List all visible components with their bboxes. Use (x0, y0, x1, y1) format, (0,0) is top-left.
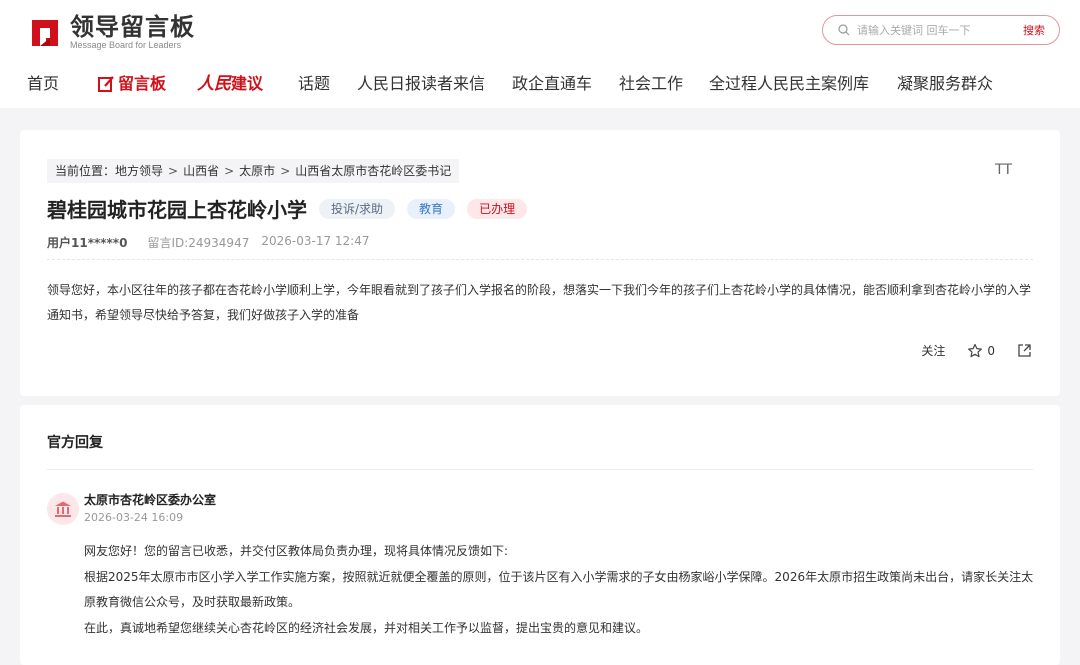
message-card: 当前位置： 地方领导 > 山西省 > 太原市 > 山西省太原市杏花岭区委书记 T… (20, 130, 1060, 396)
site-logo[interactable]: 领导留言板 Message Board for Leaders (28, 14, 195, 51)
nav-item-topics[interactable]: 话题 (298, 70, 330, 98)
reply-paragraph: 根据2025年太原市市区小学入学工作实施方案，按照就近就便全覆盖的原则，位于该片… (84, 569, 1034, 610)
status-badge: 已办理 (467, 198, 528, 219)
breadcrumb: 当前位置： 地方领导 > 山西省 > 太原市 > 山西省太原市杏花岭区委书记 (47, 159, 460, 183)
divider (47, 259, 1033, 260)
reply-content: 网友您好！您的留言已收悉，并交付区教体局负责办理，现将具体情况反馈如下: 根据2… (84, 539, 1036, 641)
logo-subtitle: Message Board for Leaders (70, 40, 182, 50)
edit-icon (98, 76, 114, 92)
reply-heading: 官方回复 (47, 435, 103, 451)
favorite-button[interactable]: 0 (967, 343, 995, 359)
government-building-icon (55, 501, 71, 517)
nav-item-label: 留言板 (118, 74, 167, 93)
share-button[interactable] (1017, 343, 1032, 358)
message-id: 留言ID:24934947 (147, 236, 250, 250)
breadcrumb-item[interactable]: 太原市 (239, 159, 275, 183)
search-box: 搜索 (822, 15, 1060, 45)
nav-jianyi-label: 建议 (231, 74, 264, 93)
nav-item-enterprise[interactable]: 政企直通车 (512, 70, 592, 98)
breadcrumb-item[interactable]: 山西省太原市杏花岭区委书记 (295, 159, 451, 183)
nav-item-democracy-cases[interactable]: 全过程人民民主案例库 (709, 70, 869, 98)
search-icon (831, 24, 857, 36)
nav-item-message-board[interactable]: 留言板 (97, 70, 166, 98)
reply-org-name: 太原市杏花岭区委办公室 (84, 493, 217, 507)
message-time: 2026-03-17 12:47 (261, 234, 370, 248)
breadcrumb-separator: > (224, 164, 235, 178)
font-size-toggle-icon[interactable]: TT (995, 162, 1012, 178)
message-meta: 用户11*****0 留言ID:24934947 2026-03-17 12:4… (47, 234, 369, 251)
share-icon (1018, 344, 1031, 357)
logo-icon (28, 16, 62, 50)
breadcrumb-separator: > (280, 164, 291, 178)
main-nav: 首页 留言板 人民建议 话题 人民日报读者来信 政企直通车 社会工作 全过程人民… (0, 70, 1080, 98)
follow-button[interactable]: 关注 (921, 342, 945, 359)
category-tag: 教育 (407, 198, 456, 219)
nav-item-serve-masses[interactable]: 凝聚服务群众 (897, 70, 993, 98)
divider (47, 469, 1033, 470)
nav-renmin-label: 人民 (197, 74, 231, 94)
site-header: 领导留言板 Message Board for Leaders 搜索 首页 留言… (0, 0, 1080, 108)
message-actions: 关注 0 (921, 342, 1032, 359)
reply-card: 官方回复 太原市杏花岭区委办公室 2026-03-24 16:09 网友您好！您… (20, 405, 1060, 665)
star-icon (968, 343, 983, 357)
favorite-count: 0 (987, 343, 995, 358)
message-content: 领导您好，本小区往年的孩子都在杏花岭小学顺利上学，今年眼看就到了孩子们入学报名的… (47, 283, 1032, 322)
search-button[interactable]: 搜索 (1023, 22, 1045, 38)
reply-time: 2026-03-24 16:09 (84, 511, 184, 524)
message-user: 用户11*****0 (47, 236, 128, 250)
nav-item-readers-letters[interactable]: 人民日报读者来信 (357, 70, 485, 98)
logo-title: 领导留言板 (70, 13, 195, 41)
nav-item-home[interactable]: 首页 (27, 70, 59, 98)
breadcrumb-item[interactable]: 地方领导 (115, 159, 163, 183)
nav-item-social-work[interactable]: 社会工作 (619, 70, 683, 98)
breadcrumb-item[interactable]: 山西省 (183, 159, 219, 183)
reply-paragraph: 在此，真诚地希望您继续关心杏花岭区的经济社会发展，并对相关工作予以监督，提出宝贵… (84, 620, 649, 635)
breadcrumb-prefix: 当前位置： (55, 164, 116, 178)
breadcrumb-separator: > (168, 164, 179, 178)
nav-item-renmin-jianyi[interactable]: 人民建议 (197, 70, 263, 98)
avatar (47, 493, 79, 525)
type-tag: 投诉/求助 (319, 198, 396, 219)
message-title: 碧桂园城市花园上杏花岭小学 (47, 198, 307, 222)
reply-paragraph: 网友您好！您的留言已收悉，并交付区教体局负责办理，现将具体情况反馈如下: (84, 544, 509, 558)
search-input[interactable] (857, 23, 1007, 37)
